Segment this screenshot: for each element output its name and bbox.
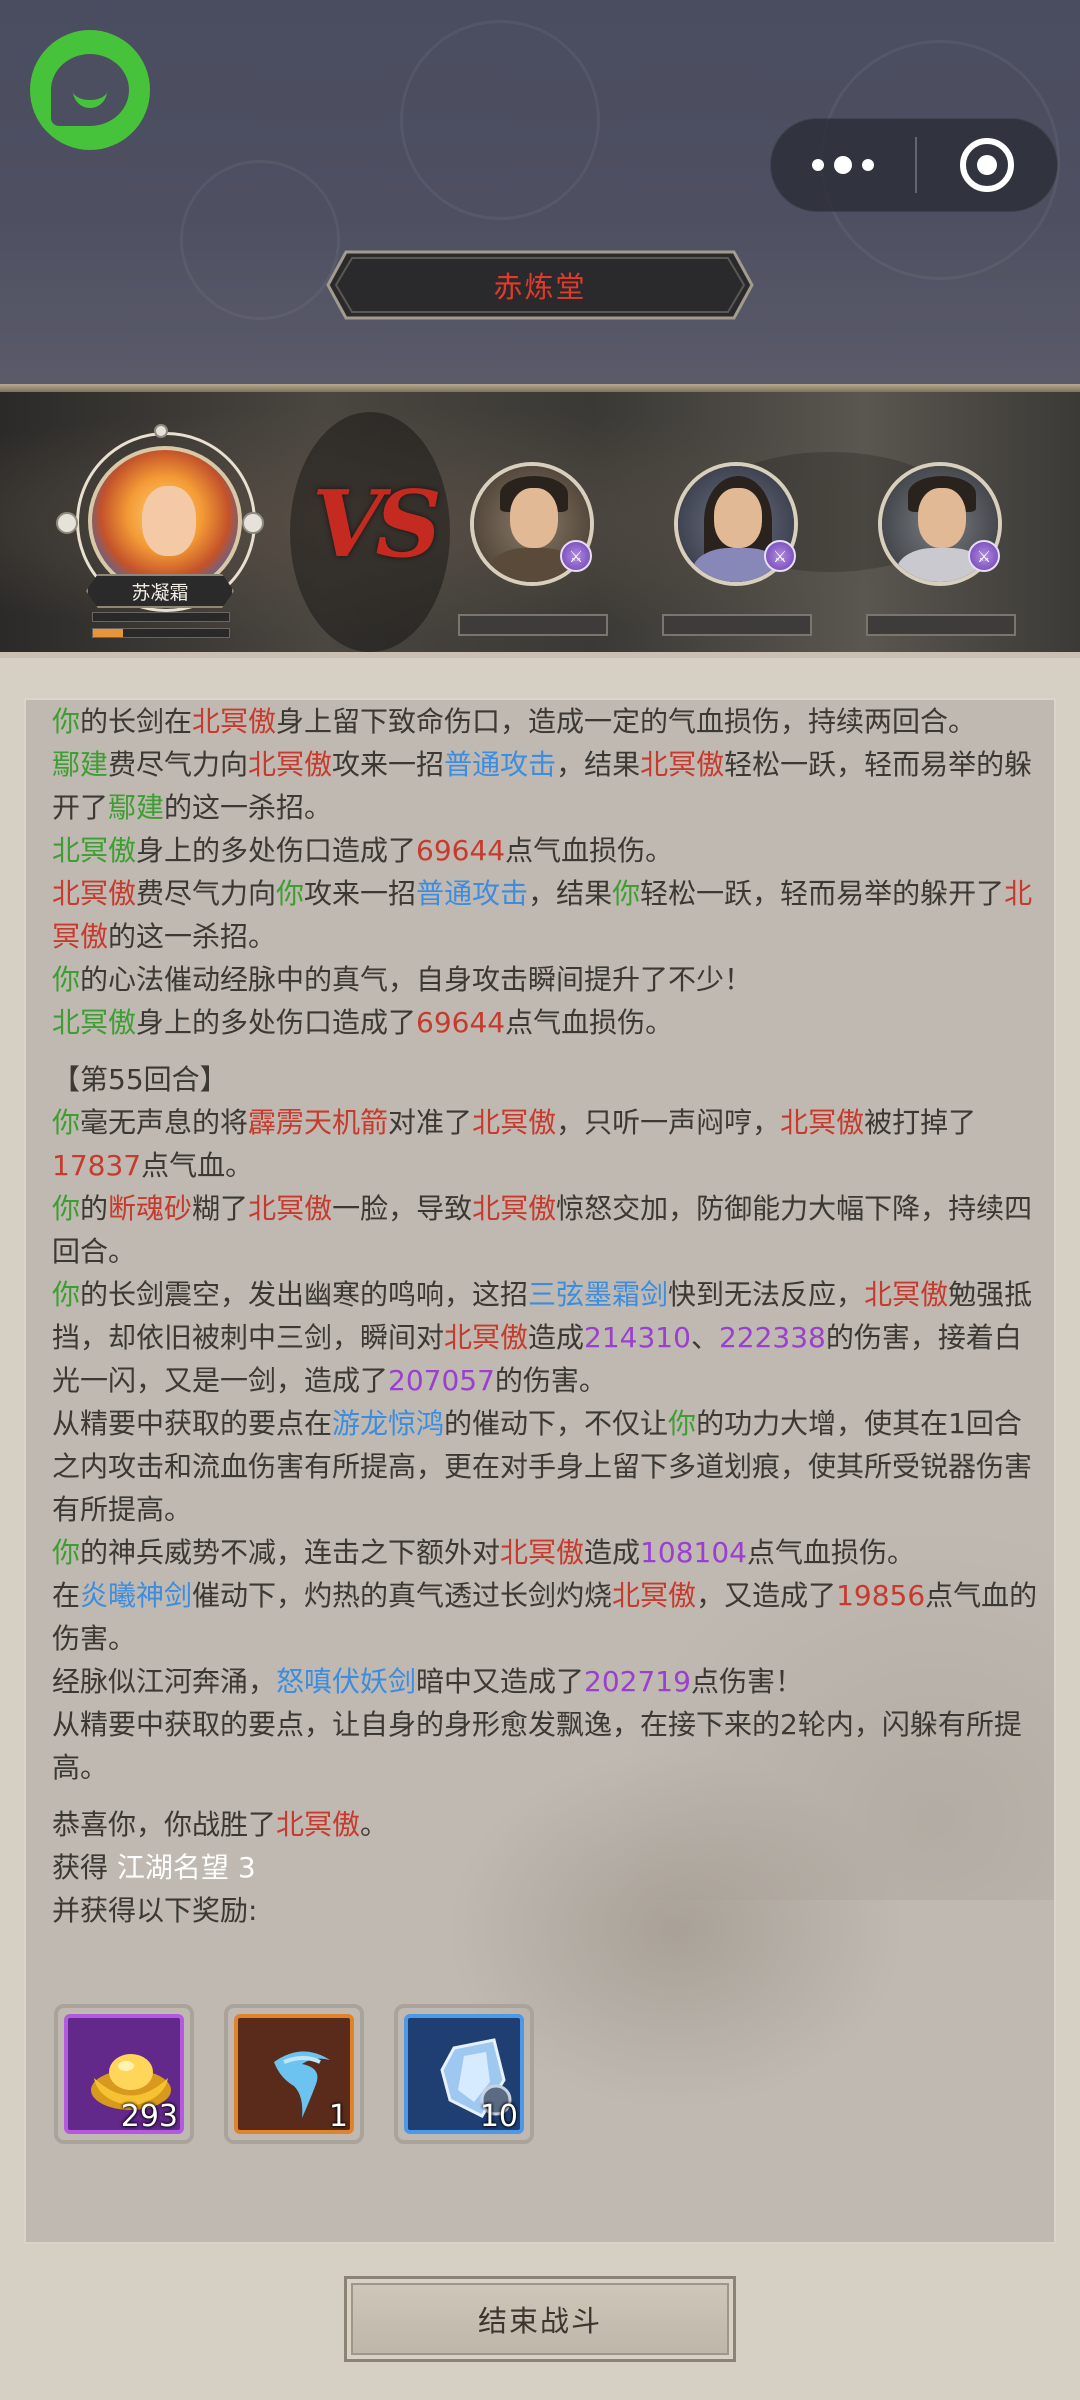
halo-dot xyxy=(242,512,264,534)
vs-label: VS xyxy=(312,470,442,578)
sword-icon: ⚔ xyxy=(560,540,592,572)
app-logo-icon[interactable] xyxy=(30,30,150,150)
log-line: 鄢建费尽气力向北冥傲攻来一招普通攻击，结果北冥傲轻松一跃，轻而易举的躲开了鄢建的… xyxy=(52,748,1033,824)
enemy-portrait-3[interactable]: ⚔ xyxy=(878,462,1008,592)
enemy-hp-bar-1 xyxy=(458,614,608,636)
sword-icon: ⚔ xyxy=(968,540,1000,572)
more-options-button[interactable] xyxy=(771,119,915,211)
banner-divider xyxy=(0,652,1080,658)
log-line: 从精要中获取的要点，让自身的身形愈发飘逸，在接下来的2轮内，闪躲有所提高。 xyxy=(52,1708,1022,1784)
reward-qty: 1 xyxy=(328,2099,348,2134)
dot-icon xyxy=(812,159,824,171)
reward-qty: 293 xyxy=(120,2099,178,2134)
log-line: 从精要中获取的要点在游龙惊鸿的催动下，不仅让你的功力大增，使其在1回合之内攻击和… xyxy=(52,1407,1033,1526)
battle-log: 你的长剑在北冥傲身上留下致命伤口，造成一定的气血损伤，持续两回合。 鄢建费尽气力… xyxy=(52,700,1042,1932)
hero-portrait xyxy=(88,446,242,596)
round-header: 【第55回合】 xyxy=(52,1063,228,1096)
log-line: 你的长剑震空，发出幽寒的鸣响，这招三弦墨霜剑快到无法反应，北冥傲勉强抵挡，却依旧… xyxy=(52,1278,1033,1397)
reward-qty: 10 xyxy=(479,2099,518,2134)
end-battle-button[interactable]: 结束战斗 xyxy=(344,2276,736,2362)
rewards-label: 并获得以下奖励: xyxy=(52,1894,258,1927)
battle-log-panel[interactable]: 你的长剑在北冥傲身上留下致命伤口，造成一定的气血损伤，持续两回合。 鄢建费尽气力… xyxy=(24,698,1056,2244)
log-line: 你的神兵威势不减，连击之下额外对北冥傲造成108104点气血损伤。 xyxy=(52,1536,915,1569)
dot-icon xyxy=(834,156,852,174)
log-line: 你的心法催动经脉中的真气，自身攻击瞬间提升了不少！ xyxy=(52,963,753,996)
sword-icon: ⚔ xyxy=(764,540,796,572)
reward-item[interactable]: 1 xyxy=(224,2004,364,2144)
victory-line: 恭喜你，你战胜了北冥傲。 xyxy=(52,1808,389,1841)
enemy-portrait-1[interactable]: ⚔ xyxy=(470,462,600,592)
log-line: 北冥傲身上的多处伤口造成了69644点气血损伤。 xyxy=(52,1006,674,1039)
log-line: 你毫无声息的将霹雳天机箭对准了北冥傲，只听一声闷哼，北冥傲被打掉了17837点气… xyxy=(52,1106,977,1182)
log-line: 北冥傲费尽气力向你攻来一招普通攻击，结果你轻松一跃，轻而易举的躲开了北冥傲的这一… xyxy=(52,877,1033,953)
reward-item[interactable]: 10 xyxy=(394,2004,534,2144)
halo-dot xyxy=(56,512,78,534)
log-line: 你的长剑在北冥傲身上留下致命伤口，造成一定的气血损伤，持续两回合。 xyxy=(52,705,977,738)
hero-name: 苏凝霜 xyxy=(86,574,234,608)
log-line: 你的断魂砂糊了北冥傲一脸，导致北冥傲惊怒交加，防御能力大幅下降，持续四回合。 xyxy=(52,1192,1033,1268)
target-icon xyxy=(960,138,1014,192)
stage-title-plate: 赤炼堂 xyxy=(326,250,754,320)
reward-item[interactable]: 293 xyxy=(54,2004,194,2144)
log-line: 北冥傲身上的多处伤口造成了69644点气血损伤。 xyxy=(52,834,674,867)
player-hero[interactable] xyxy=(56,424,264,612)
header-divider xyxy=(0,384,1080,392)
close-mini-program-button[interactable] xyxy=(917,138,1057,192)
dot-icon xyxy=(862,159,874,171)
mini-program-capsule xyxy=(770,118,1058,212)
halo-dot xyxy=(154,424,168,438)
gain-line: 获得 江湖名望 3 xyxy=(52,1851,256,1884)
log-line: 经脉似江河奔涌，怒嗔伏妖剑暗中又造成了202719点伤害！ xyxy=(52,1665,803,1698)
log-line: 在炎曦神剑催动下，灼热的真气透过长剑灼烧北冥傲，又造成了19856点气血的伤害。 xyxy=(52,1579,1038,1655)
enemy-hp-bar-2 xyxy=(662,614,812,636)
hero-mp-bar xyxy=(92,628,230,638)
hero-hp-bar xyxy=(92,612,230,622)
reward-list: 293 1 10 xyxy=(54,2004,534,2144)
enemy-hp-bar-3 xyxy=(866,614,1016,636)
decor-swirl xyxy=(400,20,600,220)
stage-title: 赤炼堂 xyxy=(493,270,587,304)
decor-swirl xyxy=(180,160,340,320)
enemy-portrait-2[interactable]: ⚔ xyxy=(674,462,804,592)
